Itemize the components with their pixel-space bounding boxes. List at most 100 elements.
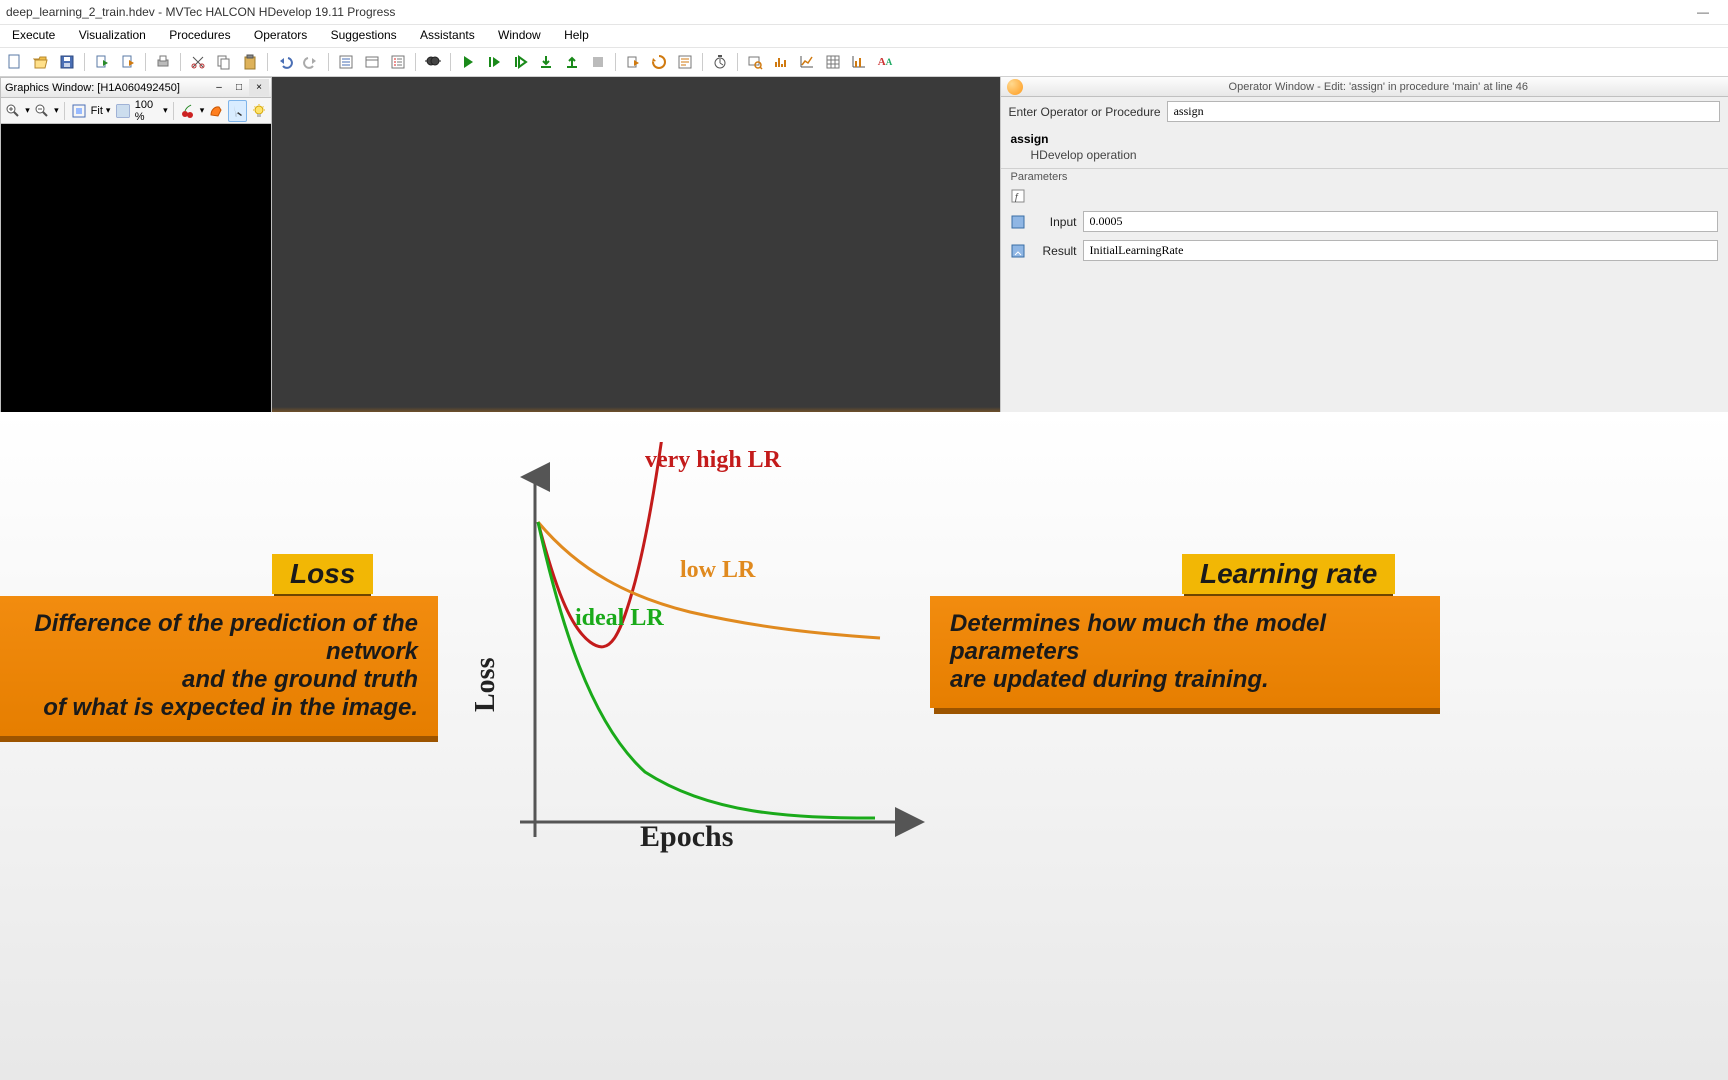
param-input-field[interactable] [1083, 211, 1719, 232]
run-icon[interactable] [457, 51, 479, 73]
toolbar-separator [737, 53, 738, 71]
loss-desc-line1: Difference of the prediction of the netw… [6, 610, 418, 666]
export-icon[interactable] [91, 51, 113, 73]
learning-rate-description: Determines how much the model parameters… [930, 596, 1440, 708]
param-result-field[interactable] [1083, 240, 1719, 261]
graphics-toolbar: ▾ ▾ Fit ▾ 100 % ▾ ▾ [0, 97, 272, 124]
aA-icon[interactable]: AA [874, 51, 896, 73]
menu-window[interactable]: Window [488, 25, 551, 45]
dropdown-arrow-icon[interactable]: ▾ [163, 105, 168, 116]
operator-description: HDevelop operation [1001, 148, 1728, 168]
graphics-canvas[interactable] [0, 124, 272, 417]
dropdown-arrow-icon[interactable]: ▾ [106, 105, 111, 116]
loss-desc-line3: of what is expected in the image. [6, 694, 418, 722]
props-icon[interactable] [361, 51, 383, 73]
menu-execute[interactable]: Execute [2, 25, 65, 45]
dropdown-arrow-icon[interactable]: ▾ [200, 105, 205, 116]
plot-icon[interactable] [796, 51, 818, 73]
menu-suggestions[interactable]: Suggestions [321, 25, 407, 45]
param-input-icon [1011, 215, 1029, 229]
save-icon[interactable] [56, 51, 78, 73]
y-axis-label: Loss [470, 658, 502, 712]
operator-window-titlebar[interactable]: Operator Window - Edit: 'assign' in proc… [1001, 77, 1728, 97]
app-titlebar: deep_learning_2_train.hdev - MVTec HALCO… [0, 0, 1728, 25]
timer-icon[interactable] [709, 51, 731, 73]
actual-size-icon[interactable] [113, 100, 131, 122]
undo-icon[interactable] [274, 51, 296, 73]
menu-bar: Execute Visualization Procedures Operato… [0, 25, 1728, 48]
graphics-minimize-icon[interactable]: – [209, 79, 229, 96]
operator-window-icon [1007, 79, 1023, 95]
open-icon[interactable] [30, 51, 52, 73]
region-icon[interactable] [207, 100, 225, 122]
graphics-window-title: Graphics Window: [H1A060492450] [5, 82, 180, 94]
toolbar-separator [180, 53, 181, 71]
enter-operator-input[interactable] [1167, 101, 1720, 122]
copy-icon[interactable] [213, 51, 235, 73]
inspect-icon[interactable] [744, 51, 766, 73]
check-list-icon[interactable] [387, 51, 409, 73]
menu-assistants[interactable]: Assistants [410, 25, 485, 45]
loss-description: Difference of the prediction of the netw… [0, 596, 438, 736]
workspace: Graphics Window: [H1A060492450] – □ × ▾ … [0, 77, 1728, 417]
cherry-icon[interactable] [178, 100, 196, 122]
grid-icon[interactable] [822, 51, 844, 73]
fit-label: Fit [91, 105, 103, 117]
export2-icon[interactable] [117, 51, 139, 73]
find-icon[interactable] [422, 51, 444, 73]
toolbar-separator [267, 53, 268, 71]
graphics-window-titlebar[interactable]: Graphics Window: [H1A060492450] – □ × [0, 77, 272, 97]
step-over-icon[interactable] [509, 51, 531, 73]
lightbulb-icon[interactable] [250, 100, 268, 122]
educational-overlay: Loss Difference of the prediction of the… [0, 412, 1728, 1080]
graphics-window: Graphics Window: [H1A060492450] – □ × ▾ … [0, 77, 272, 417]
loss-tag: Loss [272, 554, 373, 594]
stop-icon[interactable] [587, 51, 609, 73]
window-minimize-button[interactable]: — [1684, 0, 1722, 24]
step-icon[interactable] [483, 51, 505, 73]
param-result-label: Result [1035, 244, 1077, 258]
toolbar-separator [415, 53, 416, 71]
list-icon[interactable] [335, 51, 357, 73]
zoom-in-icon[interactable] [4, 100, 22, 122]
cut-icon[interactable] [187, 51, 209, 73]
loss-epochs-chart [460, 442, 930, 872]
graphics-maximize-icon[interactable]: □ [229, 79, 249, 96]
reset2-icon[interactable] [648, 51, 670, 73]
param-input-label: Input [1035, 215, 1077, 229]
menu-operators[interactable]: Operators [244, 25, 317, 45]
chart2-icon[interactable] [848, 51, 870, 73]
print-icon[interactable] [152, 51, 174, 73]
zoom-value[interactable]: 100 % [135, 99, 160, 123]
pointer-icon[interactable] [228, 100, 246, 122]
toolbar-separator [145, 53, 146, 71]
x-axis-label: Epochs [640, 820, 733, 854]
operator-name: assign [1001, 126, 1728, 148]
code-editor-panel[interactable] [272, 77, 1000, 417]
toolbar-separator [615, 53, 616, 71]
menu-procedures[interactable]: Procedures [159, 25, 240, 45]
step-into-icon[interactable] [535, 51, 557, 73]
menu-visualization[interactable]: Visualization [69, 25, 156, 45]
new-icon[interactable] [4, 51, 26, 73]
reset-icon[interactable] [622, 51, 644, 73]
zoom-out-icon[interactable] [33, 100, 51, 122]
operator-window-title: Operator Window - Edit: 'assign' in proc… [1029, 81, 1728, 93]
toolbar-separator [84, 53, 85, 71]
step-out-icon[interactable] [561, 51, 583, 73]
svg-text:ƒ: ƒ [1014, 192, 1020, 203]
fit-icon[interactable] [69, 100, 87, 122]
histogram-icon[interactable] [770, 51, 792, 73]
main-toolbar: AA [0, 48, 1728, 77]
param-formula-icon[interactable]: ƒ [1011, 189, 1029, 203]
menu-help[interactable]: Help [554, 25, 599, 45]
paste-icon[interactable] [239, 51, 261, 73]
redo-icon[interactable] [300, 51, 322, 73]
graphics-close-icon[interactable]: × [249, 79, 269, 96]
reset3-icon[interactable] [674, 51, 696, 73]
param-result-icon [1011, 244, 1029, 258]
lr-desc-line2: are updated during training. [950, 666, 1420, 694]
very-high-lr-label: very high LR [645, 447, 781, 474]
dropdown-arrow-icon[interactable]: ▾ [54, 105, 59, 116]
dropdown-arrow-icon[interactable]: ▾ [25, 105, 30, 116]
